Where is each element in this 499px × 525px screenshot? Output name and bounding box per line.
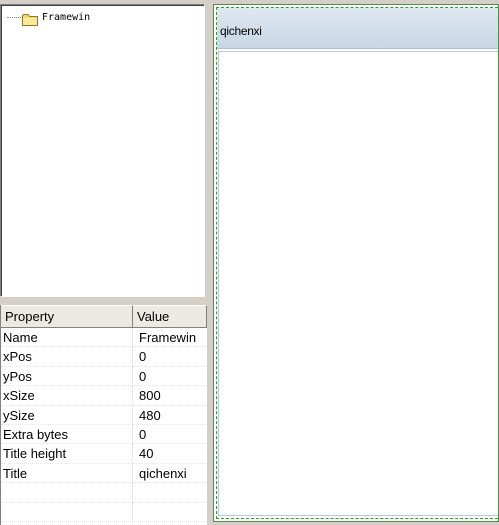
property-name: yPos	[1, 366, 133, 387]
panel-splitter[interactable]	[0, 297, 207, 305]
table-row: ySize 480	[1, 405, 207, 425]
property-name	[1, 502, 133, 522]
table-row	[1, 483, 207, 503]
folder-icon	[22, 11, 39, 26]
tree-node-framewin[interactable]: Framewin	[7, 10, 91, 26]
property-name: Extra bytes	[1, 424, 133, 445]
column-header-property[interactable]: Property	[1, 305, 133, 327]
table-row: Title height 40	[1, 444, 207, 464]
column-header-value[interactable]: Value	[133, 305, 207, 327]
property-name: ySize	[1, 405, 133, 425]
property-value[interactable]	[133, 503, 207, 522]
property-value[interactable]: 480	[133, 406, 207, 425]
table-row: yPos 0	[1, 366, 207, 387]
property-name: xSize	[1, 386, 133, 406]
widget-tree[interactable]: Framewin	[0, 4, 205, 297]
table-row: Title qichenxi	[1, 463, 207, 484]
table-row	[1, 502, 207, 522]
property-name: Name	[1, 328, 133, 348]
frame-title: qichenxi	[220, 24, 262, 38]
frame-preview[interactable]: qichenxi	[213, 4, 499, 522]
property-value[interactable]: 40	[133, 444, 207, 464]
property-value[interactable]	[133, 483, 207, 503]
property-name: Title	[1, 463, 133, 484]
property-value[interactable]: 800	[133, 386, 207, 406]
property-value[interactable]: 0	[133, 367, 207, 387]
property-name	[1, 483, 133, 503]
property-grid: Property Value Name Framewin xPos 0 yPos…	[0, 305, 207, 525]
table-row: xPos 0	[1, 347, 207, 367]
property-value[interactable]: Framewin	[133, 328, 207, 348]
frame-titlebar[interactable]: qichenxi	[217, 8, 498, 49]
property-value[interactable]: 0	[133, 347, 207, 367]
table-row: xSize 800	[1, 386, 207, 406]
table-row: Name Framewin	[1, 328, 207, 348]
property-name: Title height	[1, 444, 133, 464]
table-row: Extra bytes 0	[1, 424, 207, 445]
tree-connector-line	[7, 16, 21, 18]
property-name: xPos	[1, 347, 133, 367]
property-value[interactable]: 0	[133, 425, 207, 445]
frame-client-area[interactable]	[218, 51, 498, 516]
property-value[interactable]: qichenxi	[133, 464, 207, 484]
tree-node-label: Framewin	[42, 11, 91, 23]
property-grid-header: Property Value	[1, 305, 207, 328]
